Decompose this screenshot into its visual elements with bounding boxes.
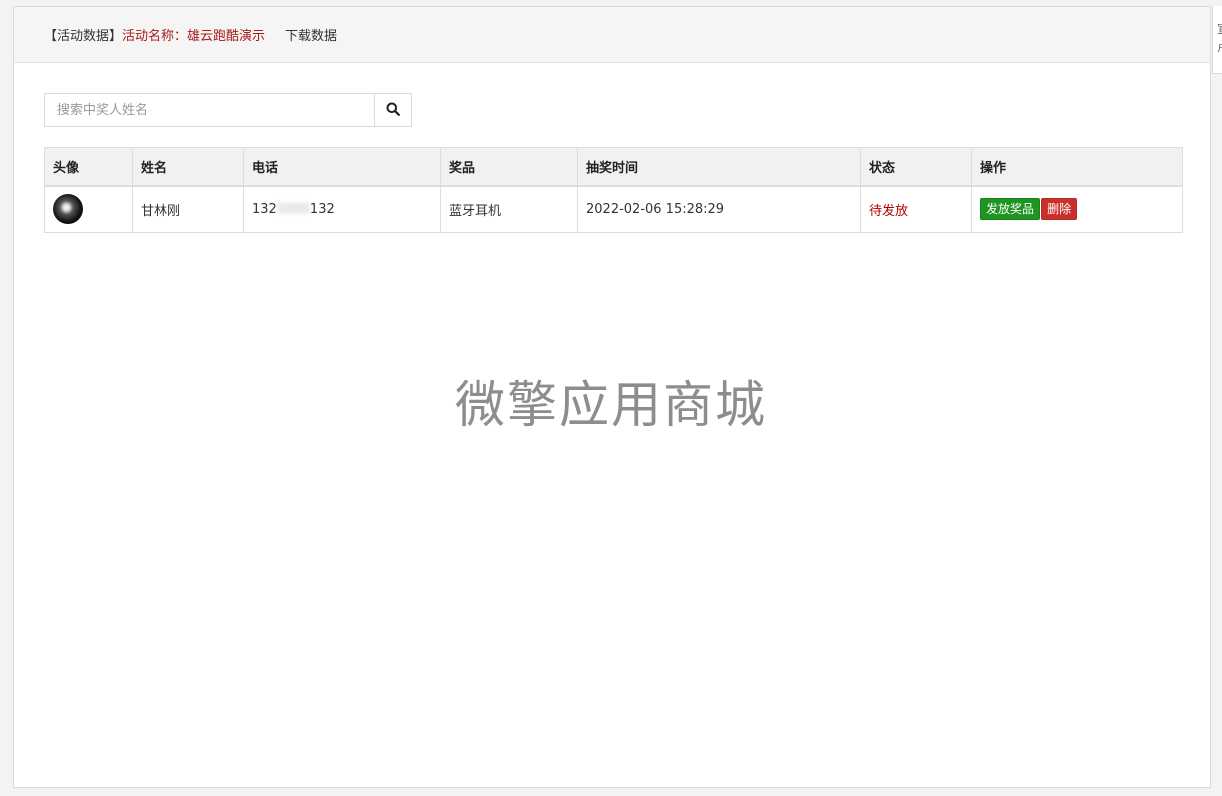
activity-name: 活动名称：雄云跑酷演示 [122,29,266,44]
search-input[interactable] [44,93,374,127]
panel-header: 【活动数据】 活动名称：雄云跑酷演示 下载数据 [14,7,1210,63]
winner-name: 甘林刚 [132,185,244,233]
draw-time: 2022-02-06 15:28:29 [577,185,861,233]
issue-prize-button[interactable]: 发放奖品 [980,198,1041,221]
table-row: 甘林刚 1320000132 蓝牙耳机 2022-02-06 15:28:29 … [44,185,1183,233]
column-header-prize: 奖品 [440,147,578,187]
search-button[interactable] [374,93,412,127]
download-data-link[interactable]: 下载数据 [285,25,337,44]
activity-data-panel: 【活动数据】 活动名称：雄云跑酷演示 下载数据 头像 [13,6,1211,788]
table-header-row: 头像 姓名 电话 奖品 抽奖时间 状态 操作 [44,147,1183,187]
column-header-avatar: 头像 [44,147,133,187]
actions-cell: 发放奖品 删除 [971,185,1183,233]
avatar-cell [44,185,133,233]
winners-table: 头像 姓名 电话 奖品 抽奖时间 状态 操作 甘林刚 1320000132 蓝牙… [44,147,1183,233]
column-header-actions: 操作 [971,147,1183,187]
search-icon [386,102,400,119]
column-header-phone: 电话 [243,147,441,187]
page-title: 【活动数据】 [44,29,123,44]
prize-name: 蓝牙耳机 [440,185,578,233]
column-header-name: 姓名 [132,147,244,187]
watermark: 微擎应用商城 [455,376,767,434]
avatar [53,194,83,225]
status-text: 待发放 [869,203,909,219]
delete-button[interactable]: 删除 [1041,198,1078,221]
winner-phone: 1320000132 [243,185,441,233]
phone-suffix: 132 [309,201,335,217]
search-bar [44,93,412,127]
phone-masked-digits: 0000 [276,201,310,217]
column-header-draw-time: 抽奖时间 [577,147,861,187]
edge-tab[interactable]: 宣 卢 [1212,6,1222,74]
column-header-status: 状态 [860,147,972,187]
phone-prefix: 132 [252,201,277,217]
status-badge: 待发放 [860,185,972,233]
